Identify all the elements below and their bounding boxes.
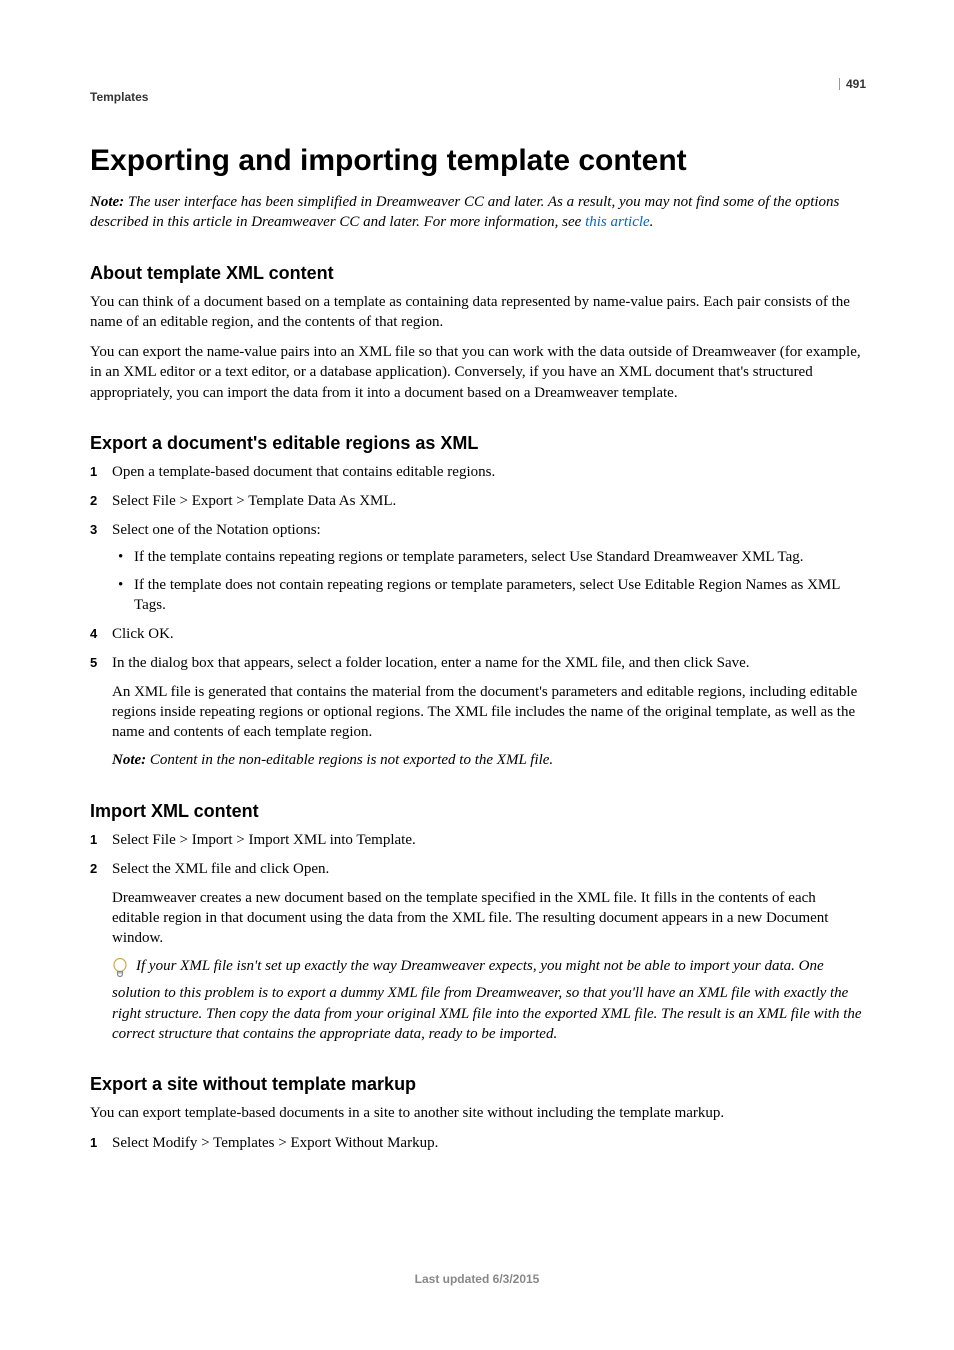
- running-head: Templates: [90, 90, 864, 104]
- bullet-item: If the template contains repeating regio…: [118, 547, 864, 567]
- step-text: Select Modify > Templates > Export Witho…: [112, 1135, 438, 1151]
- step-item: Select Modify > Templates > Export Witho…: [90, 1133, 864, 1154]
- intro-note-link[interactable]: this article: [585, 214, 650, 230]
- step-list: Select Modify > Templates > Export Witho…: [90, 1133, 864, 1154]
- note-text: Content in the non-editable regions is n…: [146, 752, 553, 768]
- body-text: You can export the name-value pairs into…: [90, 342, 864, 403]
- step-item: Open a template-based document that cont…: [90, 462, 864, 483]
- step-item: Select the XML file and click Open. Drea…: [90, 859, 864, 949]
- note-label: Note:: [112, 752, 146, 768]
- step-item: Select File > Import > Import XML into T…: [90, 830, 864, 851]
- section-heading-import-xml: Import XML content: [90, 801, 864, 822]
- step-item: Select File > Export > Template Data As …: [90, 491, 864, 512]
- step-followup: An XML file is generated that contains t…: [112, 682, 864, 743]
- note-label: Note:: [90, 194, 124, 210]
- section-heading-about: About template XML content: [90, 263, 864, 284]
- page-footer: Last updated 6/3/2015: [0, 1272, 954, 1286]
- article-title: Exporting and importing template content: [90, 144, 864, 178]
- bullet-item: If the template does not contain repeati…: [118, 575, 864, 616]
- step-text: Select one of the Notation options:: [112, 522, 321, 538]
- body-text: You can export template-based documents …: [90, 1103, 864, 1123]
- step-text: Select File > Export > Template Data As …: [112, 493, 396, 509]
- note-text-before: The user interface has been simplified i…: [90, 194, 839, 230]
- lightbulb-icon: [112, 958, 128, 983]
- step-item: Click OK.: [90, 624, 864, 645]
- tip-text: If your XML file isn't set up exactly th…: [112, 958, 862, 1042]
- step-text: Click OK.: [112, 626, 174, 642]
- note-text-after: .: [650, 214, 654, 230]
- step-text: Open a template-based document that cont…: [112, 464, 495, 480]
- bullet-list: If the template contains repeating regio…: [118, 547, 864, 616]
- step-text: In the dialog box that appears, select a…: [112, 655, 750, 671]
- section-heading-export-site: Export a site without template markup: [90, 1074, 864, 1095]
- step-note: Note: Content in the non-editable region…: [112, 750, 864, 770]
- intro-note: Note: The user interface has been simpli…: [90, 192, 864, 233]
- section-heading-export-xml: Export a document's editable regions as …: [90, 433, 864, 454]
- step-text: Select the XML file and click Open.: [112, 861, 329, 877]
- page-number: 491: [839, 78, 866, 90]
- step-item: Select one of the Notation options: If t…: [90, 520, 864, 616]
- step-list: Open a template-based document that cont…: [90, 462, 864, 771]
- tip-block: If your XML file isn't set up exactly th…: [112, 956, 864, 1044]
- document-page: 491 Templates Exporting and importing te…: [0, 0, 954, 1350]
- body-text: You can think of a document based on a t…: [90, 292, 864, 333]
- step-item: In the dialog box that appears, select a…: [90, 653, 864, 771]
- step-followup: Dreamweaver creates a new document based…: [112, 888, 864, 949]
- step-list: Select File > Import > Import XML into T…: [90, 830, 864, 949]
- step-text: Select File > Import > Import XML into T…: [112, 832, 416, 848]
